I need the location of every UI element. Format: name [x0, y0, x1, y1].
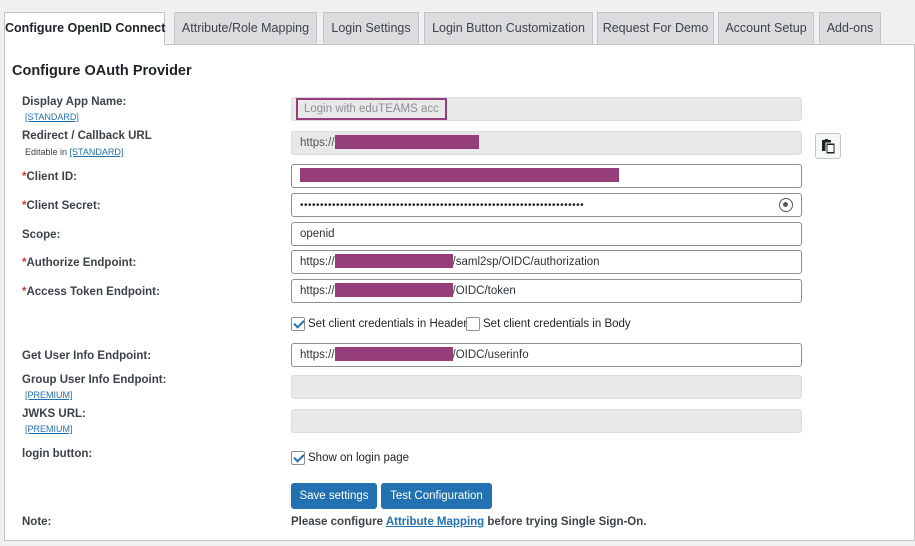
editable-in-prefix: Editable in — [25, 147, 70, 157]
jwks-url-field — [291, 409, 802, 433]
redirect-url-prefix: https:// — [300, 137, 335, 149]
redacted-block — [300, 167, 619, 182]
tab-account-setup[interactable]: Account Setup — [718, 12, 814, 44]
standard-link[interactable]: [STANDARD] — [25, 112, 79, 122]
config-panel: Configure OAuth Provider Display App Nam… — [4, 44, 915, 541]
redacted-block — [334, 253, 453, 268]
jwks-url-label: JWKS URL: — [22, 408, 86, 420]
credentials-body-checkbox[interactable] — [466, 317, 480, 331]
credentials-header-checkbox[interactable] — [291, 317, 305, 331]
note-before: Please configure — [291, 516, 386, 528]
access-token-endpoint-label: *Access Token Endpoint: — [22, 286, 160, 298]
tab-request-for-demo[interactable]: Request For Demo — [597, 12, 714, 44]
scope-input[interactable]: openid — [291, 222, 802, 246]
user-info-endpoint-prefix: https:// — [300, 349, 335, 361]
credentials-header-option[interactable]: Set client credentials in Header — [291, 317, 467, 331]
tab-bar: Configure OpenID Connect Attribute/Role … — [4, 12, 915, 45]
authorize-endpoint-prefix: https:// — [300, 256, 335, 268]
clipboard-icon — [822, 139, 835, 154]
display-app-name-value: Login with eduTEAMS acc — [296, 98, 447, 120]
authorize-endpoint-label-text: Authorize Endpoint: — [26, 257, 137, 269]
tab-login-settings[interactable]: Login Settings — [323, 12, 419, 44]
editable-in-text: Editable in [STANDARD] — [25, 147, 123, 157]
note-text: Please configure Attribute Mapping befor… — [291, 516, 646, 528]
standard-link[interactable]: [STANDARD] — [70, 147, 124, 157]
client-secret-label-text: Client Secret: — [26, 200, 101, 212]
copy-url-button[interactable] — [815, 133, 841, 159]
access-token-endpoint-prefix: https:// — [300, 285, 335, 297]
display-app-name-field[interactable]: Login with eduTEAMS acc — [291, 97, 802, 121]
eye-icon[interactable] — [779, 198, 793, 212]
user-info-endpoint-suffix: /OIDC/userinfo — [452, 349, 529, 361]
note-label: Note: — [22, 516, 52, 528]
group-user-info-endpoint-field — [291, 375, 802, 399]
login-button-label: login button: — [22, 448, 93, 460]
client-secret-masked-value: ••••••••••••••••••••••••••••••••••••••••… — [300, 200, 585, 211]
redacted-block — [334, 282, 453, 297]
display-app-name-label: Display App Name: — [22, 96, 127, 108]
credentials-header-label: Set client credentials in Header — [308, 318, 468, 330]
authorize-endpoint-input[interactable]: https:// /saml2sp/OIDC/authorization — [291, 250, 802, 274]
scope-value: openid — [300, 228, 335, 240]
premium-link[interactable]: [PREMIUM] — [25, 424, 73, 434]
test-configuration-button[interactable]: Test Configuration — [381, 483, 492, 509]
show-on-login-checkbox[interactable] — [291, 451, 305, 465]
show-on-login-label: Show on login page — [308, 452, 410, 464]
client-id-label: *Client ID: — [22, 171, 77, 183]
redacted-block — [334, 134, 479, 149]
page-title: Configure OAuth Provider — [12, 63, 192, 79]
user-info-endpoint-input[interactable]: https:// /OIDC/userinfo — [291, 343, 802, 367]
client-id-input[interactable] — [291, 164, 802, 188]
authorize-endpoint-label: *Authorize Endpoint: — [22, 257, 136, 269]
client-secret-input[interactable]: ••••••••••••••••••••••••••••••••••••••••… — [291, 193, 802, 217]
tab-add-ons[interactable]: Add-ons — [819, 12, 881, 44]
redirect-url-field[interactable]: https:// — [291, 131, 802, 155]
tab-login-button-customization[interactable]: Login Button Customization — [424, 12, 593, 44]
group-user-info-endpoint-label: Group User Info Endpoint: — [22, 374, 167, 386]
tab-attribute-role-mapping[interactable]: Attribute/Role Mapping — [174, 12, 317, 44]
access-token-endpoint-suffix: /OIDC/token — [452, 285, 516, 297]
authorize-endpoint-suffix: /saml2sp/OIDC/authorization — [452, 256, 600, 268]
credentials-body-option[interactable]: Set client credentials in Body — [466, 317, 631, 331]
user-info-endpoint-label: Get User Info Endpoint: — [22, 350, 152, 362]
credentials-body-label: Set client credentials in Body — [483, 318, 631, 330]
note-after: before trying Single Sign-On. — [484, 516, 647, 528]
access-token-endpoint-label-text: Access Token Endpoint: — [26, 286, 160, 298]
save-settings-button[interactable]: Save settings — [291, 483, 377, 509]
attribute-mapping-link[interactable]: Attribute Mapping — [386, 516, 484, 528]
redirect-url-label: Redirect / Callback URL — [22, 130, 152, 142]
client-secret-label: *Client Secret: — [22, 200, 101, 212]
client-id-label-text: Client ID: — [26, 171, 77, 183]
show-on-login-option[interactable]: Show on login page — [291, 451, 409, 465]
scope-label: Scope: — [22, 229, 61, 241]
redacted-block — [334, 346, 453, 361]
access-token-endpoint-input[interactable]: https:// /OIDC/token — [291, 279, 802, 303]
tab-configure-openid-connect[interactable]: Configure OpenID Connect — [4, 12, 165, 45]
premium-link[interactable]: [PREMIUM] — [25, 390, 73, 400]
